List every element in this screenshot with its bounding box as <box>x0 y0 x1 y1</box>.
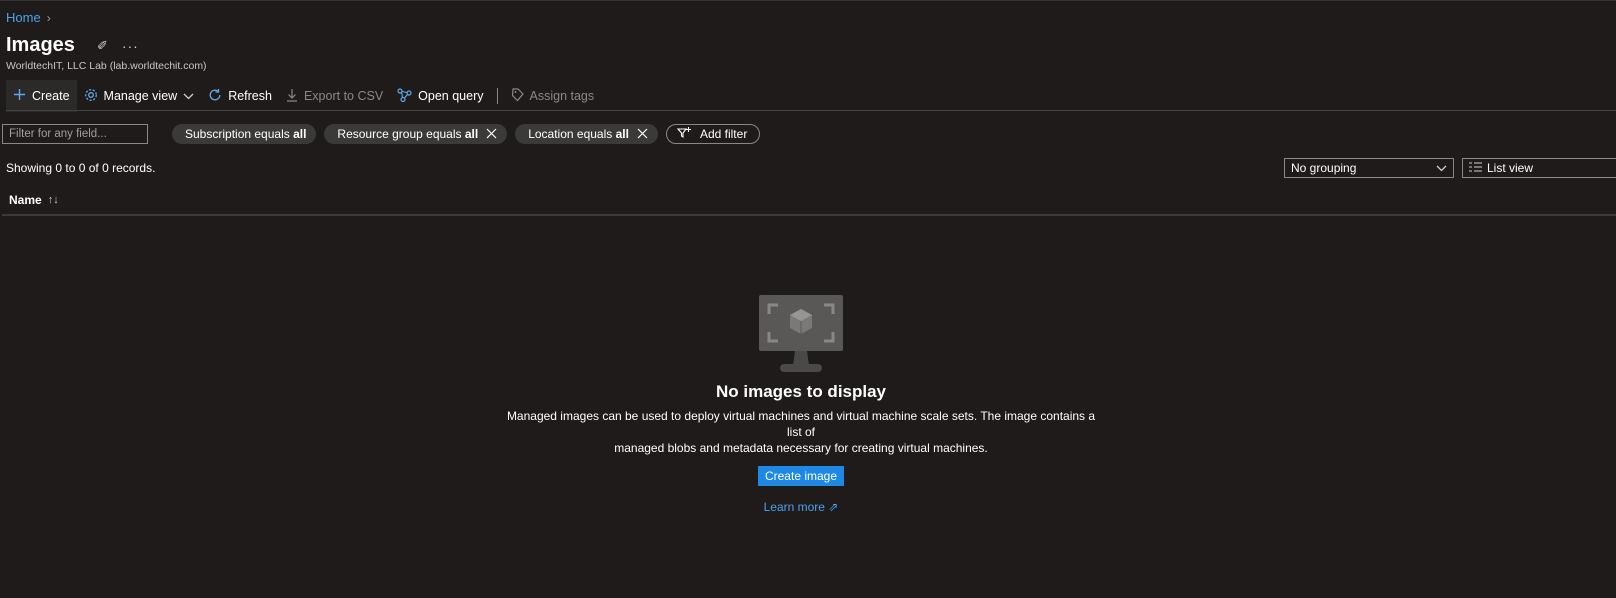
empty-state-description: Managed images can be used to deploy vir… <box>500 408 1102 456</box>
empty-state: No images to display Managed images can … <box>500 294 1102 514</box>
resource-group-filter-value: all <box>464 127 479 141</box>
tag-icon <box>511 87 524 105</box>
chevron-right-icon: › <box>46 10 51 25</box>
gear-icon <box>84 88 98 105</box>
create-button-label: Create <box>32 89 70 103</box>
learn-more-link[interactable]: Learn more ⇗ <box>500 500 1102 514</box>
records-count: Showing 0 to 0 of 0 records. <box>6 161 156 175</box>
column-name-label: Name <box>9 193 42 207</box>
manage-view-button[interactable]: Manage view <box>77 80 202 112</box>
add-filter-button[interactable]: Add filter <box>665 124 761 144</box>
resource-group-filter-label: Resource group equals <box>337 127 462 141</box>
filter-input[interactable] <box>2 124 148 144</box>
create-button[interactable]: Create <box>6 80 77 112</box>
subscription-filter-label: Subscription equals <box>185 127 290 141</box>
list-view-icon <box>1469 161 1482 175</box>
add-filter-icon <box>676 126 692 142</box>
location-filter-label: Location equals <box>528 127 613 141</box>
header-divider <box>2 214 1616 216</box>
subscription-filter-text: Subscription equals all <box>185 127 306 141</box>
chevron-down-icon <box>183 89 194 103</box>
open-query-button[interactable]: Open query <box>390 80 490 112</box>
refresh-icon <box>208 88 222 105</box>
location-filter-pill[interactable]: Location equals all <box>515 124 658 144</box>
empty-state-description-line: managed blobs and metadata necessary for… <box>614 441 988 455</box>
query-icon <box>397 87 412 105</box>
breadcrumb: Home › <box>6 10 51 25</box>
download-icon <box>286 88 298 105</box>
view-value: List view <box>1487 161 1534 175</box>
sort-icon: ↑↓ <box>47 194 59 206</box>
close-icon[interactable] <box>486 127 497 142</box>
toolbar-divider <box>496 88 498 104</box>
filter-bar: Subscription equals all Resource group e… <box>2 124 761 144</box>
toolbar-divider-line <box>6 110 1616 111</box>
view-dropdown[interactable]: List view <box>1462 158 1616 178</box>
plus-icon <box>13 88 26 104</box>
breadcrumb-home-link[interactable]: Home <box>6 10 41 25</box>
grouping-dropdown[interactable]: No grouping <box>1284 158 1454 178</box>
assign-tags-button[interactable]: Assign tags <box>504 80 602 112</box>
command-bar: Create Manage view Refresh Export to CSV… <box>6 80 601 112</box>
subscription-filter-value: all <box>293 127 307 141</box>
directory-subtitle: WorldtechIT, LLC Lab (lab.worldtechit.co… <box>6 60 207 72</box>
refresh-label: Refresh <box>228 89 272 103</box>
location-filter-value: all <box>615 127 629 141</box>
title-row: Images ✐ ··· <box>6 34 139 57</box>
refresh-button[interactable]: Refresh <box>201 80 279 112</box>
location-filter-text: Location equals all <box>528 127 629 141</box>
manage-view-label: Manage view <box>103 89 178 103</box>
close-icon[interactable] <box>637 127 648 142</box>
subscription-filter-pill[interactable]: Subscription equals all <box>172 124 317 144</box>
monitor-image-icon <box>759 295 843 372</box>
export-csv-button[interactable]: Export to CSV <box>279 80 390 112</box>
resource-group-filter-text: Resource group equals all <box>337 127 478 141</box>
chevron-down-icon <box>1436 161 1447 175</box>
resource-group-filter-pill[interactable]: Resource group equals all <box>324 124 508 144</box>
empty-state-title: No images to display <box>715 382 887 401</box>
top-border <box>0 0 1616 1</box>
export-csv-label: Export to CSV <box>303 89 384 103</box>
assign-tags-label: Assign tags <box>529 89 595 103</box>
pin-icon[interactable]: ✐ <box>97 38 108 54</box>
page-title: Images <box>6 34 75 56</box>
create-image-button[interactable]: Create image <box>757 466 845 486</box>
more-options-icon[interactable]: ··· <box>122 38 139 54</box>
empty-state-description-line: Managed images can be used to deploy vir… <box>506 409 1096 439</box>
open-query-label: Open query <box>418 89 484 103</box>
add-filter-label: Add filter <box>699 127 748 141</box>
grouping-value: No grouping <box>1291 161 1357 175</box>
column-header-name[interactable]: Name ↑↓ <box>9 193 59 207</box>
